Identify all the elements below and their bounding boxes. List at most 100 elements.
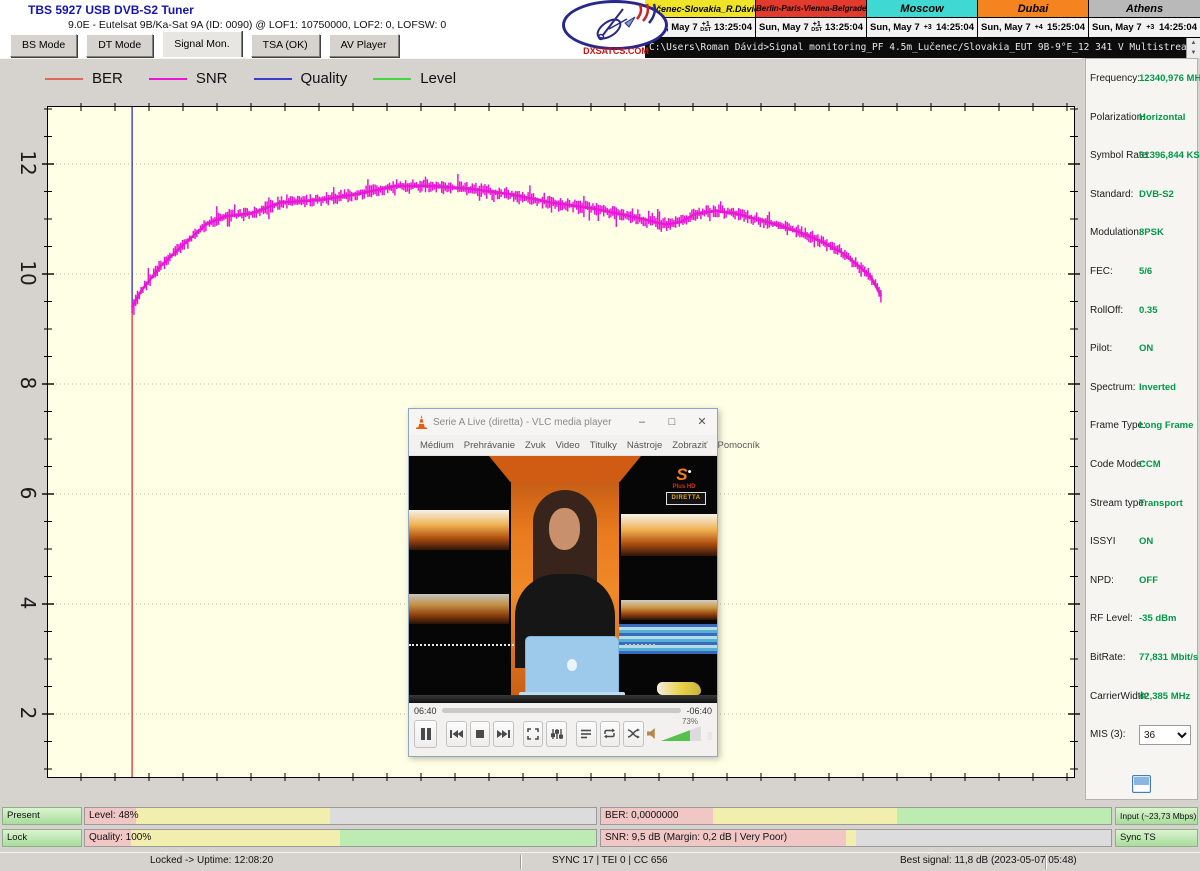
close-button[interactable]: ✕ <box>687 409 717 435</box>
vlc-video-area[interactable]: S● Plus HD DIRETTA <box>409 456 717 703</box>
param-row: Symbol Rate:31396,844 KS/s <box>1086 150 1199 166</box>
vlc-menubar: MédiumPrehrávanieZvukVideoTitulkyNástroj… <box>409 435 717 456</box>
pause-button[interactable] <box>414 720 437 748</box>
vlc-titlebar[interactable]: Serie A Live (diretta) - VLC media playe… <box>409 409 717 435</box>
dxsatcs-logo-text: DXSATCS.COM <box>564 46 668 56</box>
diretta-badge: DIRETTA <box>666 492 706 505</box>
tab-dt-mode[interactable]: DT Mode <box>86 34 153 57</box>
fullscreen-button[interactable] <box>523 721 544 747</box>
snr-meter: SNR: 9,5 dB (Margin: 0,2 dB | Very Poor) <box>600 829 1112 847</box>
param-value: OFF <box>1139 575 1158 586</box>
previous-button[interactable] <box>446 721 467 747</box>
mis-select[interactable]: 36 <box>1139 725 1191 745</box>
terminal-scrollbar[interactable]: ▲▼ <box>1186 38 1200 58</box>
scroll-down-icon[interactable]: ▼ <box>1191 50 1197 56</box>
presenter-face <box>549 508 580 550</box>
world-clock-panel: Lučenec-Slovakia_R.DávidSun, May 7+1DST1… <box>645 0 1200 38</box>
vlc-menu-video[interactable]: Video <box>551 440 585 451</box>
clock-time: Sun, May 7+314:25:04 <box>867 18 977 37</box>
param-value: 0.35 <box>1139 305 1158 316</box>
tab-signal-mon-[interactable]: Signal Mon. <box>162 31 241 57</box>
signal-status-bars: Present Level: 48% BER: 0,0000000 Input … <box>0 806 1200 850</box>
param-label: BitRate: <box>1090 652 1126 663</box>
volume-percent: 73% <box>682 717 698 726</box>
vlc-menu-titulky[interactable]: Titulky <box>585 440 622 451</box>
legend-label: BER <box>92 70 123 87</box>
maximize-button[interactable]: □ <box>657 409 687 435</box>
param-value: 12340,976 MHz <box>1139 73 1200 84</box>
param-label: FEC: <box>1090 266 1113 277</box>
vlc-menu-zobrazi-[interactable]: Zobraziť <box>667 440 712 451</box>
volume-slider[interactable] <box>661 726 701 741</box>
studio-shelf <box>409 594 509 624</box>
studio-led-strip <box>409 644 521 646</box>
meter-label: Level: 48% <box>89 808 138 824</box>
statusbar: Locked -> Uptime: 12:08:20 SYNC 17 | TEI… <box>0 852 1200 871</box>
volume-control[interactable]: 73% ░ <box>647 726 712 741</box>
param-row: ISSYION <box>1086 536 1199 552</box>
vlc-window: Serie A Live (diretta) - VLC media playe… <box>408 408 718 757</box>
studio-shelf <box>409 510 509 550</box>
scroll-up-icon[interactable]: ▲ <box>1191 40 1197 46</box>
playlist-button[interactable] <box>576 721 597 747</box>
vlc-menu-zvuk[interactable]: Zvuk <box>520 440 551 451</box>
resize-grip-icon[interactable]: ░ <box>707 733 712 740</box>
stop-button[interactable] <box>470 721 491 747</box>
terminal-command-line[interactable]: C:\Users\Roman Dávid>Signal monitoring_P… <box>645 38 1200 58</box>
legend-item-ber: BER <box>45 70 123 87</box>
vlc-menu-n-stroje[interactable]: Nástroje <box>622 440 667 451</box>
channel-logo: S● <box>661 466 707 483</box>
param-value: Horizontal <box>1139 112 1185 123</box>
tab-av-player[interactable]: AV Player <box>329 34 399 57</box>
clock-time: Sun, May 7+1DST13:25:04 <box>756 18 866 37</box>
shuffle-button[interactable] <box>623 721 644 747</box>
lock-indicator: Lock <box>2 829 82 847</box>
satellite-dish-logo-icon <box>562 0 668 50</box>
save-window-icon[interactable] <box>1132 775 1151 793</box>
loop-button[interactable] <box>600 721 621 747</box>
legend-line-icon <box>254 78 292 80</box>
param-row: RF Level:-35 dBm <box>1086 613 1199 629</box>
clock-moscow: MoscowSun, May 7+314:25:04 <box>867 0 978 38</box>
clock-city-label: Athens <box>1089 0 1200 18</box>
clock-athens: AthensSun, May 7+314:25:04 <box>1089 0 1200 38</box>
meter-label: BER: 0,0000000 <box>605 808 678 824</box>
param-value: DVB-S2 <box>1139 189 1174 200</box>
chart-legend: BERSNRQualityLevel <box>45 70 456 87</box>
tab-tsa-ok-[interactable]: TSA (OK) <box>251 34 320 57</box>
param-label: Pilot: <box>1090 343 1112 354</box>
equalizer-button[interactable] <box>546 721 567 747</box>
vlc-menu-prehr-vanie[interactable]: Prehrávanie <box>459 440 520 451</box>
param-row: Stream type:Transport <box>1086 498 1199 514</box>
y-tick-label: 4 <box>13 588 43 618</box>
studio-desk <box>409 695 717 703</box>
tuner-subtitle: 9.0E - Eutelsat 9B/Ka-Sat 9A (ID: 0090) … <box>68 19 446 31</box>
clock-berlin-paris-vienna-belgrade: Berlin-Paris-Vienna-BelgradeSun, May 7+1… <box>756 0 867 38</box>
param-value: ON <box>1139 536 1153 547</box>
tab-bs-mode[interactable]: BS Mode <box>10 34 77 57</box>
param-value: 5/6 <box>1139 266 1152 277</box>
param-label: Spectrum: <box>1090 382 1136 393</box>
meter-segment <box>897 808 1111 824</box>
app-title: TBS 5927 USB DVB-S2 Tuner <box>28 3 194 17</box>
time-remaining: -06:40 <box>686 706 712 716</box>
vlc-menu-m-dium[interactable]: Médium <box>415 440 459 451</box>
sync-ts-indicator: Sync TS <box>1115 829 1198 847</box>
seek-bar[interactable] <box>442 708 682 713</box>
vlc-menu-pomocn-k[interactable]: Pomocník <box>713 440 765 451</box>
legend-line-icon <box>149 78 187 80</box>
legend-item-quality: Quality <box>254 70 348 87</box>
next-button[interactable] <box>493 721 514 747</box>
legend-line-icon <box>45 78 83 80</box>
desk-object <box>657 682 701 695</box>
input-indicator: Input (~23,73 Mbps) <box>1115 807 1198 825</box>
sidebar-footer <box>1085 768 1198 800</box>
minimize-button[interactable]: – <box>627 409 657 435</box>
mis-row: MIS (3):36 <box>1086 729 1199 745</box>
meter-label: Quality: 100% <box>89 830 151 846</box>
meter-segment <box>330 808 596 824</box>
y-tick-label: 6 <box>13 478 43 508</box>
meter-segment <box>846 830 856 846</box>
param-value: Inverted <box>1139 382 1176 393</box>
time-elapsed: 06:40 <box>414 706 437 716</box>
